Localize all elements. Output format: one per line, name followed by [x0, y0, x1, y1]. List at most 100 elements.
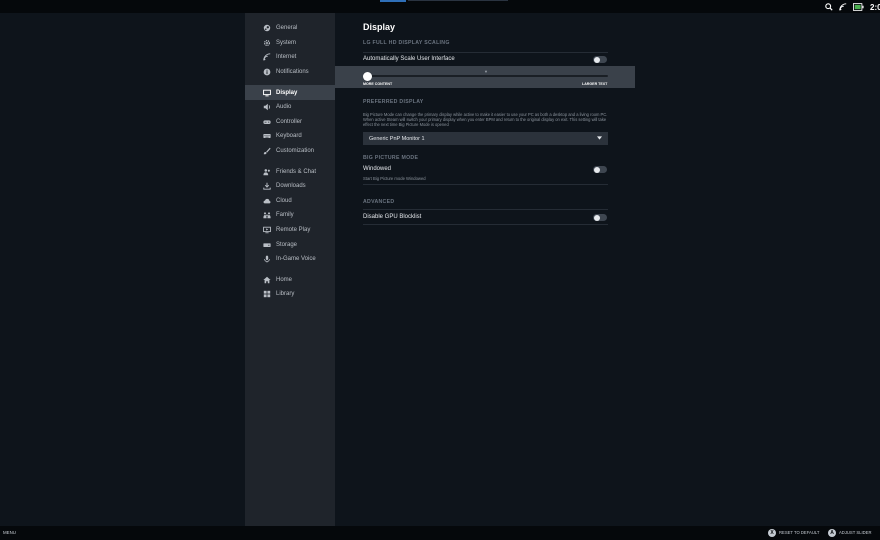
sidebar-item-label: Display: [276, 89, 298, 96]
scaling-slider-thumb[interactable]: [362, 71, 372, 81]
menu-label[interactable]: MENU: [3, 530, 16, 535]
windowed-label: Windowed: [363, 166, 392, 172]
sidebar-item-label: Library: [276, 291, 295, 298]
reset-default-hint[interactable]: X RESET TO DEFAULT: [768, 528, 820, 537]
sidebar-item-label: Storage: [276, 241, 298, 248]
family-icon: [262, 211, 271, 220]
battery-icon[interactable]: [853, 3, 864, 11]
chevron-down-icon: [597, 136, 602, 142]
friends-icon: [262, 167, 271, 176]
a-button-icon: A: [828, 528, 836, 537]
bottom-bar: MENU X RESET TO DEFAULT A ADJUST SLIDER: [0, 526, 880, 540]
sidebar-group: General System Internet Notifications: [245, 13, 335, 79]
preferred-section-heading: PREFERRED DISPLAY: [363, 99, 424, 105]
slider-max-label: LARGER TEXT: [582, 82, 608, 86]
wifi-icon[interactable]: [839, 3, 847, 11]
sidebar-item-label: Downloads: [276, 183, 306, 190]
windowed-sublabel: Start Big Picture mode Windowed: [363, 176, 426, 181]
microphone-icon: [262, 255, 271, 264]
sidebar-group: Home Library: [245, 267, 335, 302]
sidebar-item-label: Internet: [276, 54, 297, 61]
adjust-slider-hint[interactable]: A ADJUST SLIDER: [828, 528, 872, 537]
keyboard-icon: [262, 132, 271, 141]
sidebar-item-audio[interactable]: Audio: [245, 100, 335, 115]
search-icon[interactable]: [825, 3, 833, 11]
sidebar-item-label: Remote Play: [276, 227, 311, 234]
sidebar-item-general[interactable]: General: [245, 21, 335, 36]
x-button-icon: X: [768, 528, 776, 537]
toggle-knob: [594, 166, 600, 173]
settings-sidebar: General System Internet Notifications Displa…: [245, 13, 335, 526]
sidebar-item-friends-chat[interactable]: Friends & Chat: [245, 164, 335, 179]
steam-settings-screen: 2:0 General System Internet Notifications Di…: [0, 0, 880, 540]
sidebar-item-notifications[interactable]: Notifications: [245, 65, 335, 80]
sidebar-item-remote-play[interactable]: Remote Play: [245, 223, 335, 238]
reset-default-label: RESET TO DEFAULT: [779, 530, 820, 535]
clock: 2:0: [870, 2, 880, 12]
windowed-toggle[interactable]: [593, 166, 607, 173]
sidebar-item-customization[interactable]: Customization: [245, 144, 335, 159]
sidebar-item-label: General: [276, 25, 298, 32]
home-icon: [262, 275, 271, 284]
gamepad-icon: [262, 117, 271, 126]
sidebar-item-internet[interactable]: Internet: [245, 50, 335, 65]
scaling-section-heading: LG FULL HD DISPLAY SCALING: [363, 40, 450, 46]
display-settings-panel: Display LG FULL HD DISPLAY SCALING Autom…: [335, 13, 880, 526]
sidebar-item-label: System: [276, 39, 297, 46]
sidebar-group: Friends & Chat Downloads Cloud Family Remote…: [245, 158, 335, 266]
sidebar-item-label: Audio: [276, 104, 292, 111]
sidebar-item-label: Cloud: [276, 197, 292, 204]
auto-scale-label: Automatically Scale User Interface: [363, 56, 455, 62]
sidebar-item-family[interactable]: Family: [245, 208, 335, 223]
dropdown-value: Generic PnP Monitor 1: [369, 135, 425, 142]
sidebar-item-keyboard[interactable]: Keyboard: [245, 129, 335, 144]
gear-icon: [262, 38, 271, 47]
sidebar-item-label: Customization: [276, 148, 315, 155]
download-icon: [262, 182, 271, 191]
preferred-display-dropdown[interactable]: Generic PnP Monitor 1: [363, 132, 608, 145]
slider-min-label: MORE CONTENT: [363, 82, 393, 86]
advanced-section-heading: ADVANCED: [363, 199, 395, 205]
speaker-icon: [262, 103, 271, 112]
auto-scale-toggle[interactable]: [593, 56, 607, 63]
brush-icon: [262, 147, 271, 156]
monitor-icon: [262, 88, 271, 97]
page-title: Display: [363, 22, 396, 32]
sidebar-item-home[interactable]: Home: [245, 273, 335, 288]
active-tab-indicator: [380, 0, 406, 2]
scaling-slider-panel: ▼ MORE CONTENT LARGER TEXT: [335, 66, 635, 88]
divider: [363, 224, 608, 225]
gpu-blocklist-label: Disable GPU Blocklist: [363, 214, 422, 220]
sidebar-item-storage[interactable]: Storage: [245, 237, 335, 252]
sidebar-item-label: In-Game Voice: [276, 256, 316, 263]
library-icon: [262, 290, 271, 299]
bigpicture-section-heading: BIG PICTURE MODE: [363, 155, 419, 161]
sidebar-item-display[interactable]: Display: [245, 85, 335, 100]
sidebar-item-label: Family: [276, 212, 294, 219]
sidebar-item-label: Controller: [276, 118, 303, 125]
divider: [363, 52, 608, 53]
top-bar: 2:0: [0, 0, 880, 13]
sidebar-group: Display Audio Controller Keyboard Customizat…: [245, 79, 335, 158]
status-area: 2:0: [825, 1, 880, 13]
sidebar-item-system[interactable]: System: [245, 36, 335, 51]
cloud-icon: [262, 196, 271, 205]
chevron-down-icon: ▼: [484, 69, 488, 74]
tab-strip: [408, 0, 508, 1]
wifi-icon: [262, 53, 271, 62]
sidebar-item-label: Notifications: [276, 69, 309, 76]
sidebar-item-in-game-voice[interactable]: In-Game Voice: [245, 252, 335, 267]
sidebar-item-downloads[interactable]: Downloads: [245, 179, 335, 194]
storage-icon: [262, 240, 271, 249]
preferred-description: Big Picture Mode can change the primary …: [363, 112, 608, 128]
gpu-blocklist-toggle[interactable]: [593, 214, 607, 221]
sidebar-item-label: Friends & Chat: [276, 168, 317, 175]
sidebar-item-library[interactable]: Library: [245, 287, 335, 302]
scaling-slider-track[interactable]: [365, 75, 608, 77]
steam-icon: [262, 24, 271, 33]
sidebar-item-cloud[interactable]: Cloud: [245, 194, 335, 209]
sidebar-item-controller[interactable]: Controller: [245, 115, 335, 130]
sidebar-item-label: Keyboard: [276, 133, 302, 140]
adjust-slider-label: ADJUST SLIDER: [839, 530, 872, 535]
divider: [363, 184, 608, 185]
